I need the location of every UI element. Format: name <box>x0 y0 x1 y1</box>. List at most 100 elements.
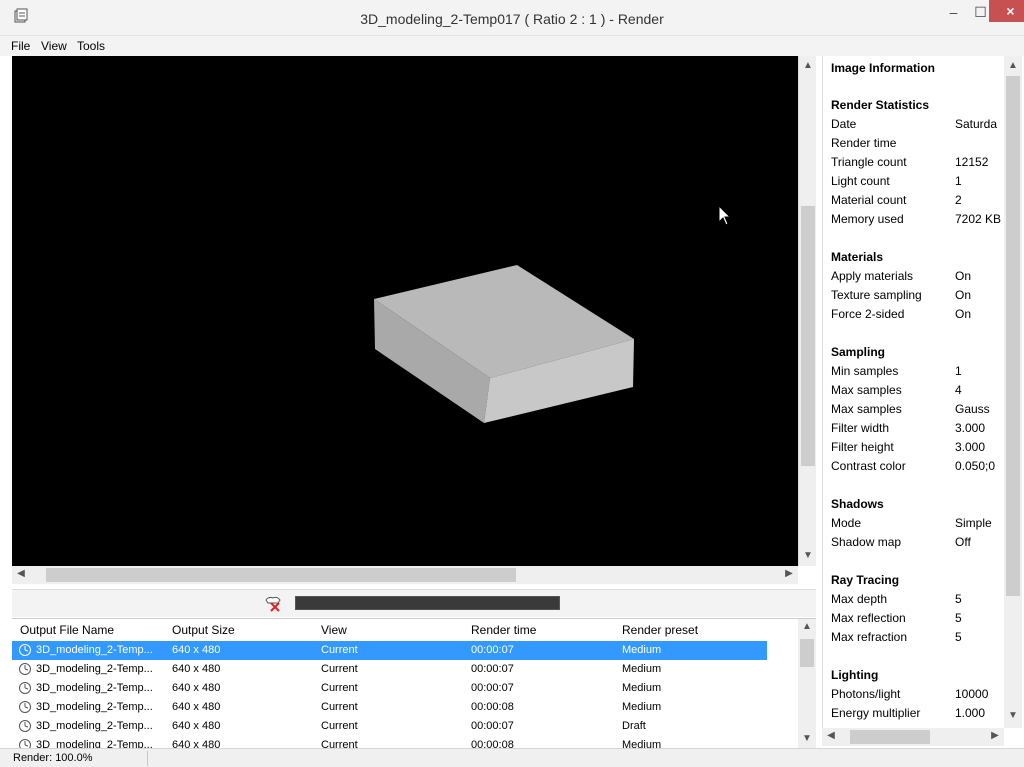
render-viewport[interactable] <box>12 56 798 566</box>
table-cell: 640 x 480 <box>172 739 221 748</box>
table-cell: Medium <box>622 682 662 694</box>
section-heading: Lighting <box>831 668 879 682</box>
info-value: 10000 <box>955 687 989 701</box>
scroll-thumb[interactable] <box>850 730 930 744</box>
table-cell: Current <box>321 720 358 732</box>
info-key: Date <box>831 117 857 131</box>
menu-view[interactable]: View <box>41 39 67 53</box>
info-value: 1 <box>955 174 962 188</box>
table-row[interactable]: 3D_modeling_2-Temp... 640 x 480 Current 00:… <box>12 698 767 717</box>
info-key: Max depth <box>831 592 888 606</box>
scroll-up-arrow-icon[interactable]: ▲ <box>1004 60 1022 71</box>
scroll-right-arrow-icon[interactable]: ▶ <box>986 730 1004 741</box>
col-render-time[interactable]: Render time <box>471 623 536 637</box>
info-key: Force 2-sided <box>831 307 905 321</box>
scroll-left-arrow-icon[interactable]: ◀ <box>822 730 840 741</box>
scroll-left-arrow-icon[interactable]: ◀ <box>12 568 30 579</box>
info-value: Off <box>955 535 971 549</box>
info-value: Gauss <box>955 402 990 416</box>
cancel-render-icon[interactable] <box>263 594 283 612</box>
table-row[interactable]: 3D_modeling_2-Temp... 640 x 480 Current 00:… <box>12 660 767 679</box>
render-file-icon <box>19 682 31 694</box>
table-cell: Current <box>321 739 358 748</box>
window-title: 3D_modeling_2-Temp017 ( Ratio 2 : 1 ) - … <box>360 11 664 27</box>
info-value: On <box>955 288 972 302</box>
table-cell: 640 x 480 <box>172 701 221 713</box>
table-cell: 00:00:07 <box>471 644 514 656</box>
section-heading: Render Statistics <box>831 98 930 112</box>
info-value: 3.000 <box>955 440 986 454</box>
info-value: Simple <box>955 516 992 530</box>
info-key: Texture sampling <box>831 288 922 302</box>
info-value: 5 <box>955 592 962 606</box>
table-cell: 00:00:07 <box>471 720 514 732</box>
info-key: Material count <box>831 193 907 207</box>
info-value: 2 <box>955 193 962 207</box>
table-vertical-scrollbar[interactable]: ▲ ▼ <box>798 619 816 748</box>
menu-tools[interactable]: Tools <box>77 39 105 53</box>
table-cell: Medium <box>622 663 662 675</box>
info-key: Photons/light <box>831 687 901 701</box>
info-value: 0.050;0 <box>955 459 996 473</box>
table-cell: Medium <box>622 739 662 748</box>
col-view[interactable]: View <box>321 623 347 637</box>
viewport-horizontal-scrollbar[interactable]: ◀ ▶ <box>12 566 798 584</box>
info-key: Memory used <box>831 212 904 226</box>
minimize-button[interactable]: – <box>940 4 967 28</box>
scroll-down-arrow-icon[interactable]: ▼ <box>799 550 817 561</box>
render-progress-row <box>12 589 816 617</box>
info-value: 1 <box>955 364 962 378</box>
table-header: Output File Name Output Size View Render… <box>12 621 798 639</box>
info-key: Filter height <box>831 440 894 454</box>
scroll-thumb[interactable] <box>801 206 815 466</box>
render-file-icon <box>19 739 31 748</box>
status-divider <box>147 751 148 766</box>
scroll-up-arrow-icon[interactable]: ▲ <box>799 60 817 71</box>
table-cell: 00:00:08 <box>471 701 514 713</box>
table-cell: 3D_modeling_2-Temp... <box>36 682 153 694</box>
info-key: Max reflection <box>831 611 906 625</box>
info-key: Max samples <box>831 402 902 416</box>
table-cell: Current <box>321 682 358 694</box>
scroll-thumb[interactable] <box>1006 76 1020 596</box>
viewport-vertical-scrollbar[interactable]: ▲ ▼ <box>798 56 816 566</box>
status-bar: Render: 100.0% <box>0 748 1024 767</box>
menu-file[interactable]: File <box>11 39 30 53</box>
info-key: Contrast color <box>831 459 906 473</box>
info-value: 7202 KB <box>955 212 1002 226</box>
info-value: On <box>955 307 972 321</box>
section-heading: Ray Tracing <box>831 573 900 587</box>
info-key: Min samples <box>831 364 899 378</box>
table-cell: 3D_modeling_2-Temp... <box>36 663 153 675</box>
table-row[interactable]: 3D_modeling_2-Temp... 640 x 480 Current 00:… <box>12 641 767 660</box>
info-key: Energy multiplier <box>831 706 921 720</box>
rendered-box-image <box>374 265 634 423</box>
close-button[interactable]: × <box>989 0 1024 22</box>
section-heading: Sampling <box>831 345 886 359</box>
render-file-icon <box>19 663 31 675</box>
scroll-up-arrow-icon[interactable]: ▲ <box>798 621 816 632</box>
col-render-preset[interactable]: Render preset <box>622 623 698 637</box>
scroll-thumb[interactable] <box>800 639 814 667</box>
table-row[interactable]: 3D_modeling_2-Temp... 640 x 480 Current 00:… <box>12 736 767 748</box>
info-key: Apply materials <box>831 269 914 283</box>
info-key: Max samples <box>831 383 902 397</box>
scroll-down-arrow-icon[interactable]: ▼ <box>798 733 816 744</box>
col-output-size[interactable]: Output Size <box>172 623 235 637</box>
scroll-down-arrow-icon[interactable]: ▼ <box>1004 710 1022 721</box>
table-cell: Medium <box>622 644 662 656</box>
table-row[interactable]: 3D_modeling_2-Temp... 640 x 480 Current 00:… <box>12 717 767 736</box>
panel-horizontal-scrollbar[interactable]: ◀ ▶ <box>822 728 1004 746</box>
scroll-right-arrow-icon[interactable]: ▶ <box>780 568 798 579</box>
col-output-file-name[interactable]: Output File Name <box>20 623 114 637</box>
info-value: 1.000 <box>955 706 986 720</box>
info-key: Mode <box>831 516 862 530</box>
table-cell: 640 x 480 <box>172 682 221 694</box>
info-value: 5 <box>955 611 962 625</box>
table-cell: 00:00:07 <box>471 663 514 675</box>
render-file-icon <box>19 720 31 732</box>
scroll-thumb[interactable] <box>46 568 516 582</box>
panel-vertical-scrollbar[interactable]: ▲ ▼ <box>1004 56 1022 728</box>
info-key: Shadow map <box>831 535 902 549</box>
table-row[interactable]: 3D_modeling_2-Temp... 640 x 480 Current 00:… <box>12 679 767 698</box>
